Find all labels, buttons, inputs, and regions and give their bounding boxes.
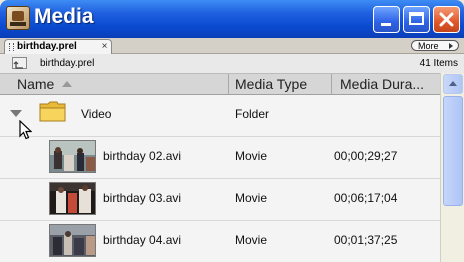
media-list: Video Folder birthday 02.avi Movie 00;00… <box>0 95 440 262</box>
list-item-folder[interactable]: Video Folder <box>0 95 440 137</box>
tab-close-icon[interactable]: × <box>99 41 110 52</box>
item-name: birthday 02.avi <box>103 149 182 163</box>
item-duration: 00;00;29;27 <box>334 149 398 163</box>
more-label: More <box>418 41 439 51</box>
folder-icon <box>39 101 66 122</box>
clip-thumbnail <box>49 182 96 215</box>
item-type: Movie <box>235 149 268 163</box>
tab-birthday-prel[interactable]: birthday.prel × <box>4 39 112 54</box>
mouse-pointer-icon <box>19 120 32 140</box>
item-count: 41 Items <box>419 58 458 69</box>
list-item-clip[interactable]: birthday 04.avi Movie 00;01;37;25 <box>0 221 440 262</box>
vertical-scrollbar[interactable] <box>440 73 464 262</box>
path-bar: birthday.prel 41 Items <box>0 54 464 73</box>
item-name: birthday 04.avi <box>103 233 182 247</box>
clip-thumbnail <box>49 224 96 257</box>
tab-label: birthday.prel <box>17 41 77 52</box>
column-header-media-type[interactable]: Media Type <box>235 74 307 95</box>
panel-tab-bar: birthday.prel × More <box>0 38 464 54</box>
window-title: Media <box>34 5 94 28</box>
scroll-thumb[interactable] <box>443 96 463 206</box>
list-item-clip[interactable]: birthday 03.avi Movie 00;06;17;04 <box>0 179 440 221</box>
column-divider[interactable] <box>331 74 332 95</box>
current-path: birthday.prel <box>40 58 95 69</box>
expand-triangle-icon[interactable] <box>10 110 22 117</box>
app-icon <box>6 6 30 30</box>
scroll-up-button[interactable] <box>443 74 463 94</box>
more-button[interactable]: More <box>411 40 459 51</box>
list-item-clip[interactable]: birthday 02.avi Movie 00;00;29;27 <box>0 137 440 179</box>
sort-ascending-icon <box>62 81 72 87</box>
item-type: Folder <box>235 107 270 121</box>
close-icon <box>439 12 454 27</box>
clip-thumbnail <box>49 140 96 173</box>
column-header-media-duration[interactable]: Media Dura... <box>340 74 424 95</box>
column-divider[interactable] <box>228 74 229 95</box>
item-name: Video <box>81 107 112 121</box>
column-header: Name Media Type Media Dura... <box>0 73 440 95</box>
grip-icon[interactable] <box>9 43 14 51</box>
item-type: Movie <box>235 233 268 247</box>
up-folder-button[interactable] <box>12 57 27 69</box>
title-bar[interactable]: Media <box>0 0 464 38</box>
more-arrow-icon <box>449 43 453 49</box>
column-header-name[interactable]: Name <box>17 74 54 95</box>
minimize-button[interactable] <box>373 6 400 33</box>
item-duration: 00;06;17;04 <box>334 191 398 205</box>
maximize-button[interactable] <box>403 6 430 33</box>
item-name: birthday 03.avi <box>103 191 182 205</box>
close-button[interactable] <box>433 6 460 33</box>
item-type: Movie <box>235 191 268 205</box>
up-folder-icon <box>13 61 23 69</box>
item-duration: 00;01;37;25 <box>334 233 398 247</box>
